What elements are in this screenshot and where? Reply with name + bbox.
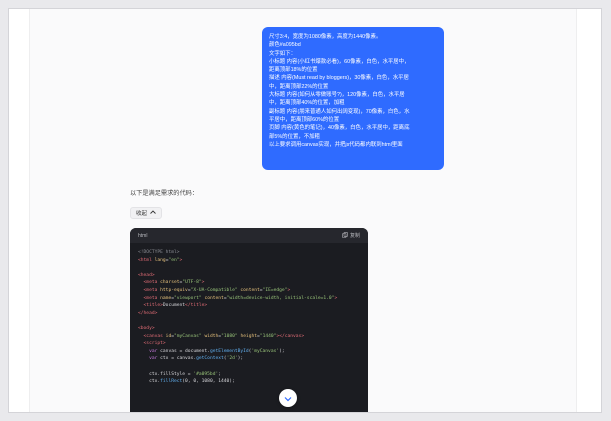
copy-button[interactable]: 复制 (342, 231, 360, 240)
message-line: 大标题 内容(如何从零做账号?)，120像素，白色，水平居 (269, 92, 405, 99)
code-token: > (179, 257, 183, 263)
message-line: 部5%的位置，不加粗 (269, 133, 320, 140)
code-token: <meta (138, 295, 161, 301)
code-token: width (204, 333, 219, 339)
code-block-header: html 复制 (130, 228, 368, 243)
code-token: </title> (185, 303, 208, 309)
code-line: <meta charset="UTF-8"> (138, 279, 360, 287)
code-token: fillRect (160, 379, 183, 385)
code-line: ctx.fillRect(0, 0, 1080, 1440); (138, 378, 360, 386)
code-token: height (240, 333, 258, 339)
code-line: <title>Document</title> (138, 302, 360, 310)
code-token: <meta (138, 287, 161, 293)
code-token: canvas = document. (160, 348, 210, 354)
assistant-intro-text: 以下是满足需求的代码： (130, 190, 199, 197)
code-token: > (201, 280, 205, 286)
code-token: </head> (138, 310, 158, 316)
code-line: var ctx = canvas.getContext('2d'); (138, 355, 360, 363)
chevron-down-icon (284, 389, 292, 407)
code-token: "en" (168, 257, 180, 263)
message-line: 副标题 内容(朋来普通人如何出阔变现)，70像素，白色，水 (269, 108, 410, 115)
code-line: </head> (138, 310, 360, 318)
code-line: var canvas = document.getElementById('my… (138, 348, 360, 356)
code-token: <body> (138, 325, 155, 331)
message-line: 以上要求调用canvas实现，并把js代码都内联到html里面 (269, 141, 403, 148)
code-line: <html lang="en"> (138, 257, 360, 265)
code-token: "1440" (259, 333, 277, 339)
code-token: lang (154, 257, 166, 263)
code-token: (0, 0, 1080, 1440); (182, 379, 235, 385)
code-token: "X-UA-Compatible" (190, 287, 241, 293)
code-token: var (138, 348, 161, 354)
code-line: ctx.fillStyle = '#a095bd'; (138, 371, 360, 379)
code-token: <script> (138, 341, 166, 347)
code-token: <head> (138, 272, 155, 278)
code-line: <canvas id="myCanvas" width="1080" heigh… (138, 333, 360, 341)
message-line: 文字如下： (269, 50, 296, 57)
code-token: <title> (138, 303, 163, 309)
code-token: Document (162, 303, 186, 309)
chevron-up-icon (150, 210, 156, 216)
code-token: ctx. (138, 379, 161, 385)
message-line: 中，距离顶部40%的位置，加粗 (269, 100, 345, 107)
code-token: "IE=edge" (262, 287, 288, 293)
message-line: 小标题 内容(小红书爆款必看)，60像素，白色，水平居中， (269, 58, 410, 65)
message-line: 页脚 内容(黄色的笔记)，40像素，白色，水平居中，距离底 (269, 125, 410, 132)
message-line: 描述 内容(Must read by bloggers)，30像素，白色，水平居 (269, 75, 409, 82)
code-token: > (334, 295, 338, 301)
message-line: 平居中，距离顶部60%的位置 (269, 116, 340, 123)
code-line: <body> (138, 325, 360, 333)
code-token: <!DOCTYPE html> (138, 250, 180, 255)
collapse-button[interactable]: 收起 (130, 207, 163, 219)
scroll-to-bottom-button[interactable] (279, 389, 297, 407)
code-token: getContext (196, 356, 224, 362)
code-token: ; (218, 371, 222, 377)
code-token: content (240, 287, 260, 293)
code-token: ); (279, 348, 285, 354)
collapse-label: 收起 (136, 211, 148, 217)
code-token: '2d' (226, 356, 238, 362)
code-token: "viewport" (174, 295, 205, 301)
copy-label: 复制 (349, 233, 360, 239)
code-language-label: html (138, 232, 148, 239)
code-token: 'myCanvas' (251, 348, 280, 354)
code-token: getElementById (209, 348, 249, 354)
code-token: "UTF-8" (182, 280, 202, 286)
code-line: <meta http-equiv="X-UA-Compatible" conte… (138, 287, 360, 295)
code-token: charset (160, 280, 180, 286)
code-token: http-equiv (160, 287, 188, 293)
app-window: 尺寸3:4，宽度为1080像素，高度为1440像素。 颜色#a095bd 文字如下：… (8, 8, 602, 413)
code-line: <script> (138, 340, 360, 348)
code-token: ctx = canvas. (160, 356, 197, 362)
code-token: name (160, 295, 172, 301)
code-content[interactable]: <!DOCTYPE html> <html lang="en"> <head> <m… (130, 243, 368, 392)
code-token: <meta (138, 280, 161, 286)
code-token: ></canvas> (276, 333, 305, 339)
code-token: ); (237, 356, 244, 362)
code-token: "myCanvas" (174, 333, 205, 339)
code-token: <canvas (138, 333, 166, 339)
code-token: ctx.fillStyle = (138, 371, 194, 377)
code-line: <!DOCTYPE html> (138, 249, 360, 257)
code-token: '#a095bd' (193, 371, 219, 377)
message-line: 距离顶部18%的位置 (269, 67, 318, 74)
code-line: <meta name="viewport" content="width=dev… (138, 295, 360, 303)
copy-icon (342, 231, 348, 240)
code-token: > (287, 287, 291, 293)
code-token: "width=device-width, initial-scale=1.0" (226, 295, 335, 301)
message-line: 颜色#a095bd (269, 42, 301, 49)
code-token: content (204, 295, 224, 301)
code-token: "1080" (221, 333, 241, 339)
message-line: 中，距离顶部22%的位置 (269, 83, 329, 90)
chat-column[interactable]: 尺寸3:4，宽度为1080像素，高度为1440像素。 颜色#a095bd 文字如下：… (29, 9, 577, 412)
code-block: html 复制 <!DOCTYPE html> <html lang="en"> <… (130, 228, 368, 412)
code-token: <html (138, 257, 155, 263)
code-line: <head> (138, 272, 360, 280)
message-line: 尺寸3:4，宽度为1080像素，高度为1440像素。 (269, 34, 382, 40)
user-message-bubble: 尺寸3:4，宽度为1080像素，高度为1440像素。 颜色#a095bd 文字如下：… (262, 27, 444, 170)
code-token: var (138, 356, 161, 362)
